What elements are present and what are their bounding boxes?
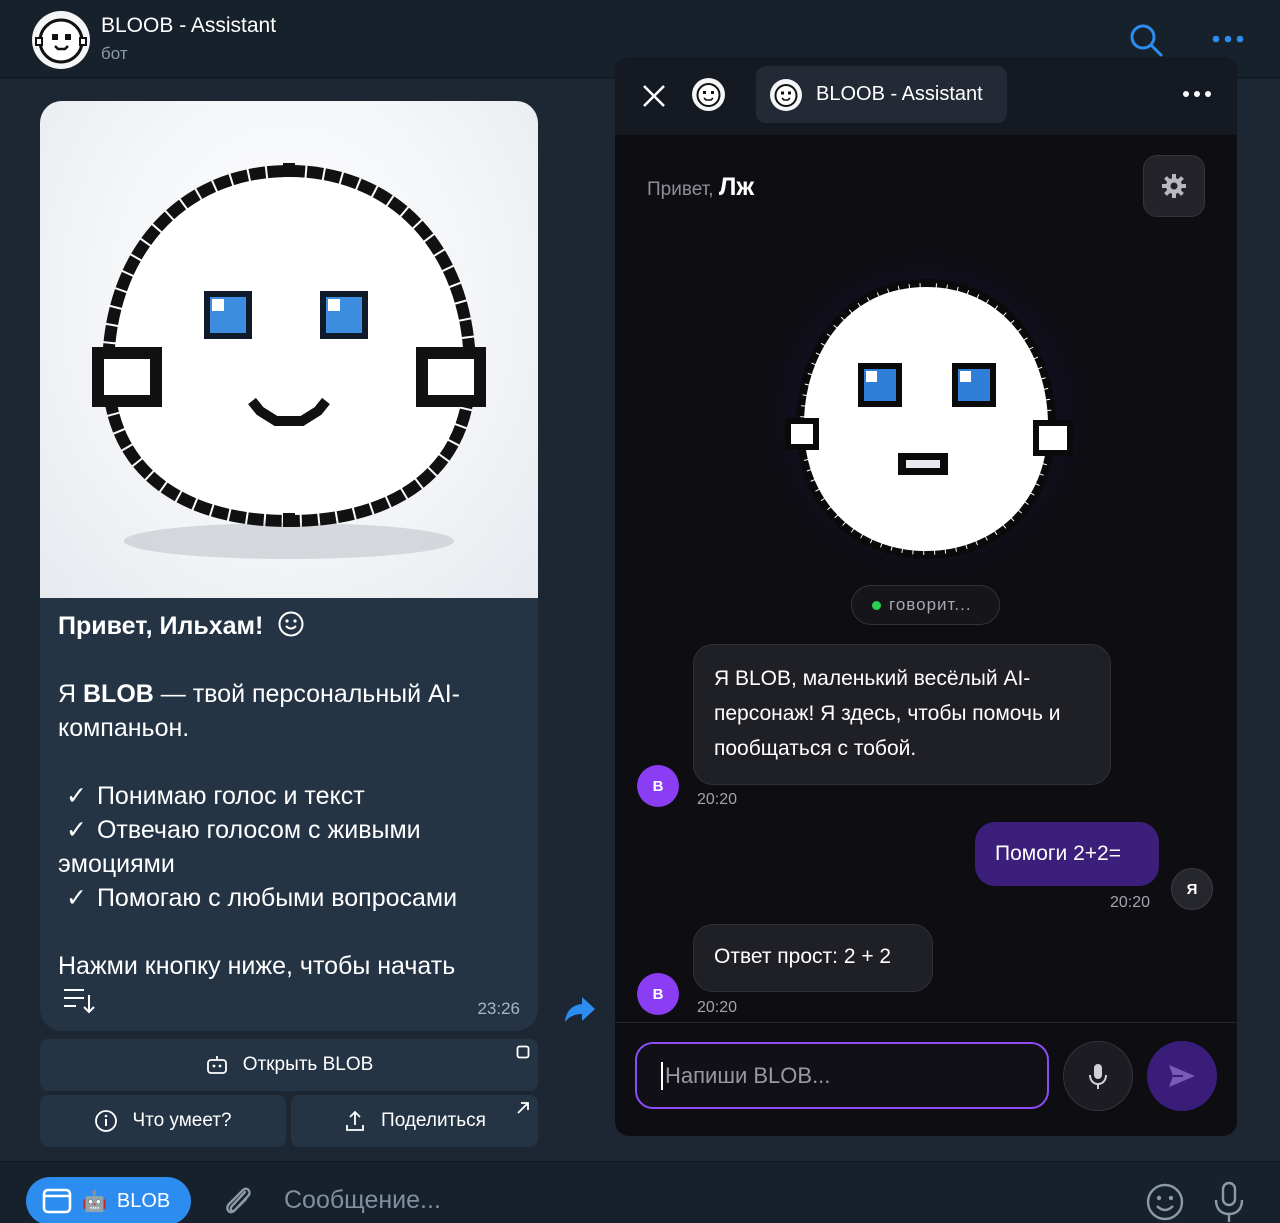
robot-icon xyxy=(206,1056,227,1074)
check-icon: ✓ xyxy=(66,782,87,810)
forward-icon[interactable] xyxy=(564,994,596,1024)
status-text: говорит... xyxy=(889,595,972,614)
bot-message-text: Ответ прост: 2 + 2 xyxy=(714,945,892,968)
message-time: 20:20 xyxy=(1110,894,1151,911)
message-text: Привет, Ильхам! Я BLOB — твой персональн… xyxy=(58,609,528,983)
webapp-icon xyxy=(516,1045,530,1059)
user-message-avatar: Я xyxy=(1171,868,1213,910)
share-label: Поделиться xyxy=(381,1110,486,1131)
feature-text: Понимаю голос и текст xyxy=(96,782,365,810)
bot-message-bubble: Я BLOB, маленький весёлый AI-персонаж! Я… xyxy=(693,644,1111,785)
info-icon xyxy=(95,1110,118,1132)
blob-character-animation xyxy=(746,235,1106,595)
online-dot-icon xyxy=(872,600,881,610)
arrow-up-right-icon xyxy=(517,1102,529,1114)
user-name: Лж xyxy=(718,173,755,201)
check-icon: ✓ xyxy=(66,884,87,912)
feature-item: ✓ Помогаю с любыми вопросами xyxy=(58,881,528,915)
user-message-text: Помоги 2+2= xyxy=(995,842,1121,865)
bot-message: Привет, Ильхам! Я BLOB — твой персональн… xyxy=(40,101,538,1031)
robot-emoji-icon: 🤖 xyxy=(82,1190,107,1213)
message-input[interactable]: Напиши BLOB... xyxy=(635,1042,1049,1109)
cta-text: Нажми кнопку ниже, чтобы начать xyxy=(58,952,456,980)
message-time: 23:26 xyxy=(477,999,520,1018)
feature-item: ✓ Понимаю голос и текст xyxy=(58,779,528,813)
bot-avatar-pill xyxy=(770,78,802,111)
feature-text: Помогаю с любыми вопросами xyxy=(96,884,458,912)
bot-message-avatar: B xyxy=(637,973,679,1015)
chat-subtitle: бот xyxy=(101,44,128,63)
message-composer: 🤖 BLOB Сообщение... xyxy=(0,1161,1280,1223)
greeting: Привет, Лж xyxy=(647,173,754,202)
blob-menu-label: BLOB xyxy=(116,1189,171,1212)
send-button[interactable] xyxy=(1147,1041,1217,1111)
more-icon[interactable] xyxy=(1208,24,1248,54)
feature-text: Отвечаю голосом с живыми эмоциями xyxy=(58,816,421,878)
smile-emoji-icon xyxy=(278,611,304,637)
open-blob-label: Открыть BLOB xyxy=(242,1054,374,1075)
greeting-text: Привет, Ильхам! xyxy=(58,612,264,640)
microphone-icon[interactable] xyxy=(1212,1180,1246,1223)
mini-app-window: BLOOB - Assistant Привет, Лж говорит... … xyxy=(615,57,1237,1136)
user-message-bubble: Помоги 2+2= xyxy=(975,822,1159,886)
more-icon[interactable] xyxy=(1181,87,1213,106)
check-icon: ✓ xyxy=(66,816,87,844)
input-divider xyxy=(615,1022,1237,1023)
window-icon xyxy=(42,1188,72,1214)
speaking-status: говорит... xyxy=(851,585,1000,625)
greeting-prefix: Привет, xyxy=(647,179,714,200)
intro-bold: BLOB xyxy=(83,680,154,708)
bot-message-bubble: Ответ прост: 2 + 2 xyxy=(693,924,933,992)
intro-paragraph: Я BLOB — твой персональный AI-компаньон. xyxy=(58,677,528,745)
voice-record-button[interactable] xyxy=(1063,1041,1133,1111)
close-icon[interactable] xyxy=(641,83,667,109)
text-caret xyxy=(661,1061,663,1090)
share-icon xyxy=(346,1110,364,1131)
blob-character-image xyxy=(40,101,538,598)
gear-icon xyxy=(1162,174,1186,198)
mini-app-title-pill[interactable]: BLOOB - Assistant xyxy=(756,66,1007,123)
message-input-placeholder[interactable]: Сообщение... xyxy=(284,1186,441,1215)
send-icon xyxy=(1169,1065,1195,1087)
emoji-icon[interactable] xyxy=(1145,1182,1185,1223)
bot-message-text: Я BLOB, маленький весёлый AI-персонаж! Я… xyxy=(714,667,1061,760)
microphone-icon xyxy=(1089,1064,1107,1089)
input-placeholder: Напиши BLOB... xyxy=(665,1062,831,1088)
bot-avatar[interactable] xyxy=(32,11,90,69)
greeting-line: Привет, Ильхам! xyxy=(58,609,528,643)
what-can-button[interactable]: Что умеет? xyxy=(40,1095,286,1147)
intro-prefix: Я xyxy=(58,680,83,708)
open-blob-button[interactable]: Открыть BLOB xyxy=(40,1039,538,1091)
sort-icon xyxy=(62,985,96,1015)
chat-title[interactable]: BLOOB - Assistant xyxy=(101,14,276,38)
message-time: 20:20 xyxy=(697,999,738,1016)
share-button[interactable]: Поделиться xyxy=(291,1095,538,1147)
blob-menu-button[interactable]: 🤖 BLOB xyxy=(26,1177,191,1223)
paperclip-icon[interactable] xyxy=(220,1182,256,1223)
search-icon[interactable] xyxy=(1128,22,1164,58)
bot-message-avatar: B xyxy=(637,765,679,807)
what-can-label: Что умеет? xyxy=(132,1110,232,1131)
feature-list: ✓ Понимаю голос и текст ✓ Отвечаю голосом … xyxy=(58,779,528,915)
message-time: 20:20 xyxy=(697,791,738,808)
feature-item: ✓ Отвечаю голосом с живыми эмоциями xyxy=(58,813,528,881)
mini-app-title: BLOOB - Assistant xyxy=(816,83,983,105)
settings-button[interactable] xyxy=(1143,155,1205,217)
bot-avatar-small[interactable] xyxy=(692,78,725,111)
